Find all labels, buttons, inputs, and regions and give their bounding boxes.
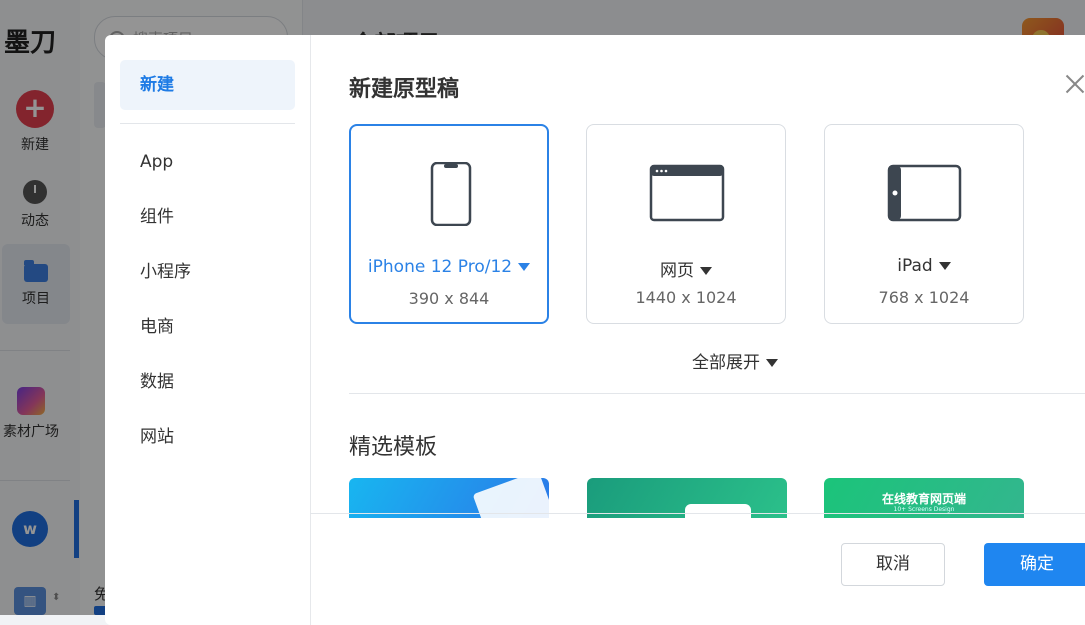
sidebar-item-mini-program[interactable]: 小程序 (140, 245, 191, 300)
sidebar-item-website[interactable]: 网站 (140, 410, 191, 465)
template-thumbnail (472, 478, 549, 518)
template-card[interactable] (349, 478, 549, 518)
sidebar-item-data[interactable]: 数据 (140, 355, 191, 410)
device-size: 768 x 1024 (878, 288, 970, 307)
device-name[interactable]: iPad (825, 256, 1023, 276)
chevron-down-icon (766, 359, 778, 367)
sidebar-divider (120, 123, 295, 124)
device-name[interactable]: 网页 (587, 256, 785, 281)
close-icon[interactable] (1063, 72, 1085, 96)
new-prototype-modal: 新建 App 组件 小程序 电商 数据 网站 新建原型稿 iPhone 12 P… (105, 35, 1085, 625)
device-card-ipad[interactable]: iPad 768 x 1024 (824, 124, 1024, 324)
device-size: 390 x 844 (408, 289, 490, 308)
modal-title: 新建原型稿 (349, 77, 460, 102)
sidebar-item-components[interactable]: 组件 (140, 190, 191, 245)
template-title: 在线教育网页端 (881, 492, 966, 506)
chevron-down-icon (518, 263, 531, 271)
modal-sidebar: 新建 App 组件 小程序 电商 数据 网站 (105, 35, 311, 625)
template-card[interactable] (587, 478, 787, 518)
device-size: 1440 x 1024 (635, 288, 737, 307)
phone-icon (430, 162, 472, 226)
sidebar-item-app[interactable]: App (140, 135, 191, 190)
tablet-icon (887, 164, 962, 222)
section-divider (349, 393, 1085, 394)
chevron-down-icon (700, 267, 712, 275)
templates-heading: 精选模板 (349, 435, 438, 460)
expand-all-button[interactable]: 全部展开 (692, 348, 778, 373)
template-thumbnail (685, 504, 751, 518)
confirm-button[interactable]: 确定 (984, 543, 1085, 586)
device-card-web[interactable]: 网页 1440 x 1024 (586, 124, 786, 324)
cancel-button[interactable]: 取消 (841, 543, 945, 586)
template-subtitle: 10+ Screens Design (893, 506, 955, 513)
sidebar-item-new[interactable]: 新建 (120, 60, 295, 110)
template-card[interactable]: 在线教育网页端 10+ Screens Design (824, 478, 1024, 518)
device-name[interactable]: iPhone 12 Pro/12 (351, 257, 547, 277)
device-card-iphone[interactable]: iPhone 12 Pro/12 390 x 844 (349, 124, 549, 324)
browser-window-icon (649, 164, 725, 222)
sidebar-item-ecommerce[interactable]: 电商 (140, 300, 191, 355)
sidebar-category-list: App 组件 小程序 电商 数据 网站 (140, 135, 191, 465)
footer-divider (310, 513, 1085, 514)
chevron-down-icon (938, 262, 951, 270)
